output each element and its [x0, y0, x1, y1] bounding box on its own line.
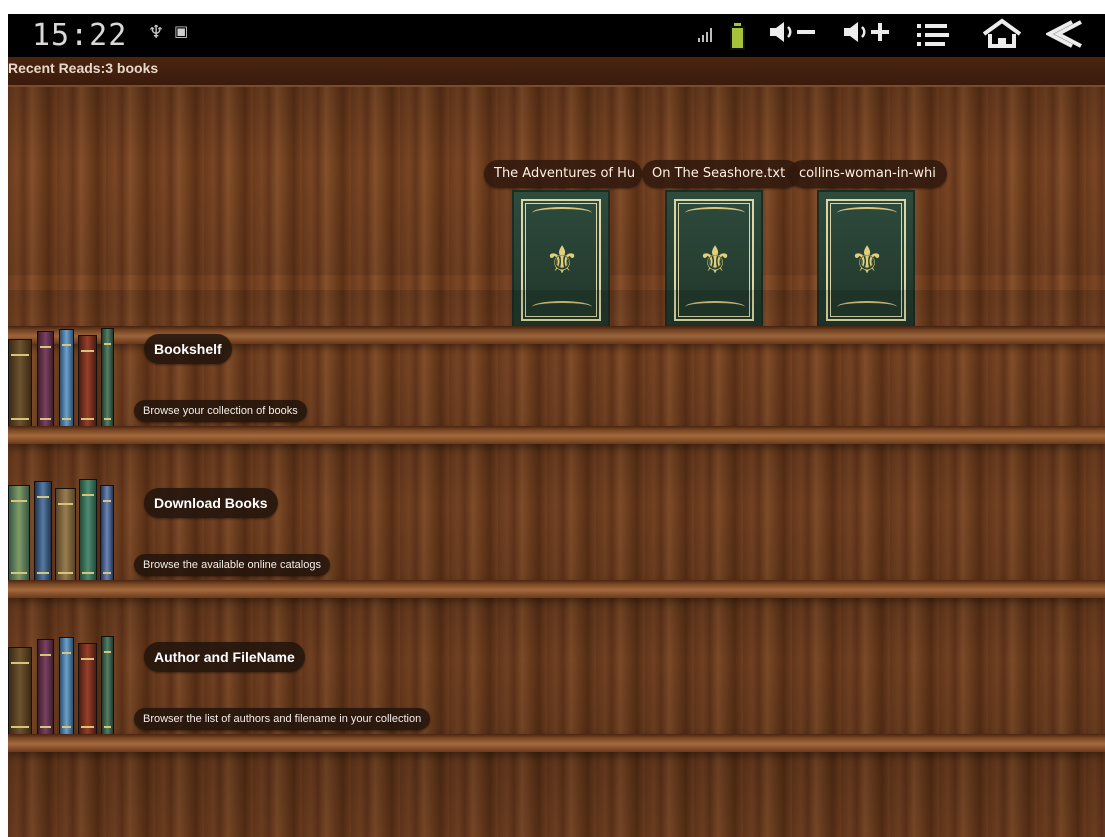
back-icon[interactable] — [1046, 18, 1088, 50]
shelf-board — [8, 580, 1105, 598]
volume-down-icon[interactable] — [768, 18, 820, 46]
book-spine — [34, 481, 52, 589]
recent-book-title[interactable]: The Adventures of Hu — [484, 160, 642, 188]
book-spine — [59, 329, 74, 435]
books-icon — [8, 479, 116, 589]
debug-icon: ▣ — [174, 22, 189, 40]
shelf-board — [8, 734, 1105, 752]
fleur-de-lis-icon: ⚜ — [849, 238, 885, 282]
battery-icon — [730, 23, 745, 50]
book-spine — [79, 479, 97, 589]
bookshelf-menu-item[interactable]: Bookshelf Browse your collection of book… — [8, 290, 1105, 444]
fleur-de-lis-icon: ⚜ — [544, 238, 580, 282]
menu-icon[interactable] — [916, 22, 950, 48]
volume-up-icon[interactable] — [842, 18, 894, 46]
recent-reads-shelf: The Adventures of Hu On The Seashore.txt… — [8, 85, 1105, 344]
clock: 15:22 — [32, 18, 128, 53]
recent-reads-header: Recent Reads:3 books — [8, 57, 1105, 87]
signal-icon — [698, 28, 716, 42]
menu-description: Browser the list of authors and filename… — [134, 708, 431, 730]
book-spine — [8, 485, 30, 589]
usb-icon: ♆ — [148, 22, 165, 43]
menu-description: Browse your collection of books — [134, 400, 307, 422]
book-spine — [55, 488, 76, 589]
book-spine — [37, 331, 54, 435]
book-flourish — [685, 207, 745, 219]
menu-description: Browse the available online catalogs — [134, 554, 330, 576]
shelf-board — [8, 426, 1105, 444]
download-books-menu-item[interactable]: Download Books Browse the available onli… — [8, 444, 1105, 598]
empty-shelf — [8, 752, 1105, 837]
book-spine — [37, 639, 54, 743]
book-flourish — [532, 207, 592, 219]
fleur-de-lis-icon: ⚜ — [697, 238, 733, 282]
home-icon[interactable] — [981, 18, 1023, 50]
books-icon — [8, 633, 116, 743]
recent-reads-title: Recent Reads:3 books — [8, 60, 159, 76]
book-spine — [8, 647, 32, 743]
author-filename-menu-item[interactable]: Author and FileName Browser the list of … — [8, 598, 1105, 752]
book-spine — [8, 339, 32, 435]
app-screen: 15:22 ♆ ▣ Recent Reads:3 books The Adven… — [8, 14, 1105, 837]
book-spine — [78, 643, 97, 743]
book-spine — [78, 335, 97, 435]
recent-book-title[interactable]: collins-woman-in-whi — [789, 160, 947, 188]
recent-book-title[interactable]: On The Seashore.txt — [642, 160, 800, 188]
book-spine — [59, 637, 74, 743]
books-icon — [8, 325, 116, 435]
menu-title: Author and FileName — [144, 642, 305, 672]
menu-title: Bookshelf — [144, 334, 232, 364]
book-spine — [101, 328, 114, 435]
menu-title: Download Books — [144, 488, 278, 518]
book-spine — [101, 636, 114, 743]
status-bar: 15:22 ♆ ▣ — [8, 14, 1105, 57]
book-spine — [100, 485, 114, 589]
book-flourish — [837, 207, 897, 219]
